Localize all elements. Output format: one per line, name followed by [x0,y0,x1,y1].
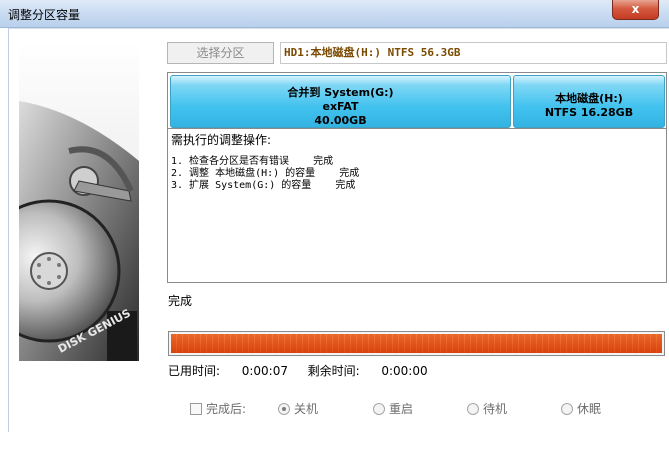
radio-label: 关机 [294,402,319,416]
partition-fs-size: NTFS 16.28GB [544,106,634,119]
log-line: 2. 调整 本地磁盘(H:) 的容量 完成 [171,168,360,179]
partition-local-disk-h[interactable]: 本地磁盘(H:) NTFS 16.28GB [513,75,665,128]
radio-standby[interactable]: 待机 [467,400,507,417]
remaining-label: 剩余时间: [307,364,360,378]
after-completion-label: 完成后: [206,402,247,416]
radio-label: 休眠 [577,402,602,416]
remaining-value: 0:00:00 [381,364,428,378]
partition-name: 本地磁盘(H:) [555,92,623,105]
close-button[interactable]: x [612,0,659,20]
radio-label: 重启 [389,402,414,416]
log-title: 需执行的调整操作: [171,133,272,147]
radio-label: 待机 [483,402,508,416]
radio-icon [373,402,385,415]
log-line: 1. 检查各分区是否有错误 完成 [171,156,334,167]
title-bar: 调整分区容量 x [0,0,669,28]
progress-bar [168,331,665,356]
partition-size: 40.00GB [314,114,367,127]
log-line: 3. 扩展 System(G:) 的容量 完成 [171,180,356,191]
progress-fill [171,334,662,353]
checkbox-icon [190,402,202,415]
timing-row: 已用时间: 0:00:07 剩余时间: 0:00:00 [168,362,428,379]
radio-restart[interactable]: 重启 [373,400,413,417]
radio-shutdown[interactable]: 关机 [278,400,318,417]
radio-icon [467,402,479,415]
disk-info-field: HD1:本地磁盘(H:) NTFS 56.3GB [280,42,667,64]
radio-icon [561,402,573,415]
hard-disk-image: DISK GENIUS [19,101,139,361]
partition-map: 合并到 System(G:) exFAT 40.00GB 本地磁盘(H:) NT… [167,72,667,129]
elapsed-label: 已用时间: [168,364,221,378]
log-lines: 1. 检查各分区是否有错误 完成 2. 调整 本地磁盘(H:) 的容量 完成 3. … [171,156,359,192]
radio-hibernate[interactable]: 休眠 [561,400,601,417]
radio-icon [278,402,290,415]
operations-log: 需执行的调整操作: 1. 检查各分区是否有错误 完成 2. 调整 本地磁盘(H:)… [167,129,667,283]
disk-illustration: DISK GENIUS [19,41,139,361]
elapsed-value: 0:00:07 [241,364,288,378]
partition-fs: exFAT [322,100,359,113]
window-title: 调整分区容量 [8,8,81,22]
partition-name: 合并到 System(G:) [287,86,394,99]
select-partition-button[interactable]: 选择分区 [167,42,274,64]
status-text: 完成 [168,294,193,308]
partition-merge-system[interactable]: 合并到 System(G:) exFAT 40.00GB [170,75,511,128]
after-completion-checkbox[interactable]: 完成后: [190,400,246,417]
